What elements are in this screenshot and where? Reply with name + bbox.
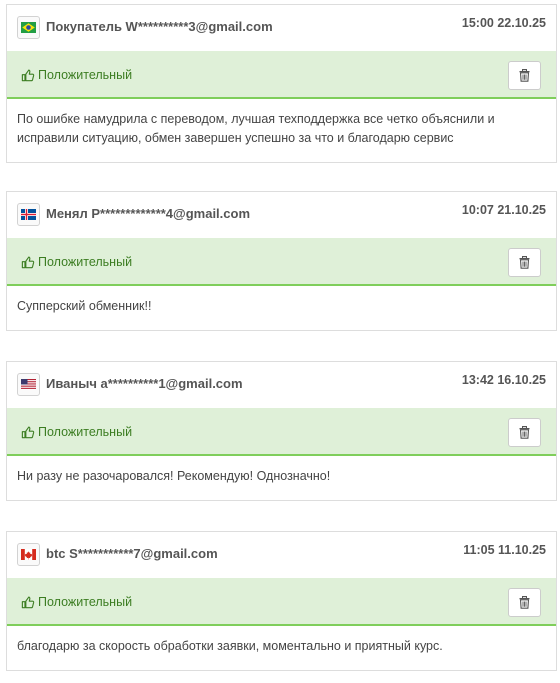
status-positive: Положительный: [21, 578, 132, 626]
thumbs-up-icon: [21, 425, 35, 438]
delete-button[interactable]: [508, 588, 541, 617]
thumbs-up-icon: [21, 595, 35, 608]
review-card: btc S***********7@gmail.com 11:05 11.10.…: [6, 531, 557, 671]
delete-button[interactable]: [508, 61, 541, 90]
review-text: По ошибке намудрила с переводом, лучшая …: [17, 112, 495, 145]
trash-icon: [519, 426, 530, 439]
review-status-bar: Положительный: [7, 51, 556, 99]
thumbs-up-icon: [21, 68, 35, 81]
review-text: благодарю за скорость обработки заявки, …: [17, 639, 443, 653]
review-status-bar: Положительный: [7, 408, 556, 456]
review-card: Иваныч а**********1@gmail.com 13:42 16.1…: [6, 361, 557, 501]
review-author: btc S***********7@gmail.com: [46, 546, 218, 561]
trash-icon: [519, 596, 530, 609]
delete-button[interactable]: [508, 248, 541, 277]
status-label: Положительный: [38, 595, 133, 609]
review-status-bar: Положительный: [7, 578, 556, 626]
trash-icon: [519, 256, 530, 269]
review-card: Менял Р*************4@gmail.com 10:07 21…: [6, 191, 557, 331]
review-date: 15:00 22.10.25: [461, 16, 546, 30]
review-card: Покупатель W**********3@gmail.com 15:00 …: [6, 4, 557, 163]
status-positive: Положительный: [21, 408, 132, 456]
review-author: Иваныч а**********1@gmail.com: [46, 376, 243, 391]
delete-button[interactable]: [508, 418, 541, 447]
review-header: Иваныч а**********1@gmail.com 13:42 16.1…: [7, 362, 556, 408]
review-author: Менял Р*************4@gmail.com: [46, 206, 251, 221]
review-header: btc S***********7@gmail.com 11:05 11.10.…: [7, 532, 556, 578]
review-text: Ни разу не разочаровался! Рекомендую! Од…: [17, 469, 331, 483]
review-author: Покупатель W**********3@gmail.com: [46, 19, 273, 34]
review-date: 11:05 11.10.25: [463, 543, 546, 557]
status-label: Положительный: [38, 68, 133, 82]
status-positive: Положительный: [21, 238, 132, 286]
thumbs-up-icon: [21, 255, 35, 268]
usa-flag-icon: [17, 373, 40, 396]
status-label: Положительный: [38, 425, 133, 439]
trash-icon: [519, 69, 530, 82]
status-label: Положительный: [38, 255, 133, 269]
review-text: Супперский обменник!!: [17, 299, 152, 313]
canada-flag-icon: [17, 543, 40, 566]
review-status-bar: Положительный: [7, 238, 556, 286]
iceland-flag-icon: [17, 203, 40, 226]
review-header: Менял Р*************4@gmail.com 10:07 21…: [7, 192, 556, 238]
review-date: 10:07 21.10.25: [461, 203, 546, 217]
brazil-flag-icon: [17, 16, 40, 39]
review-header: Покупатель W**********3@gmail.com 15:00 …: [7, 5, 556, 51]
review-date: 13:42 16.10.25: [461, 373, 546, 387]
status-positive: Положительный: [21, 51, 132, 99]
